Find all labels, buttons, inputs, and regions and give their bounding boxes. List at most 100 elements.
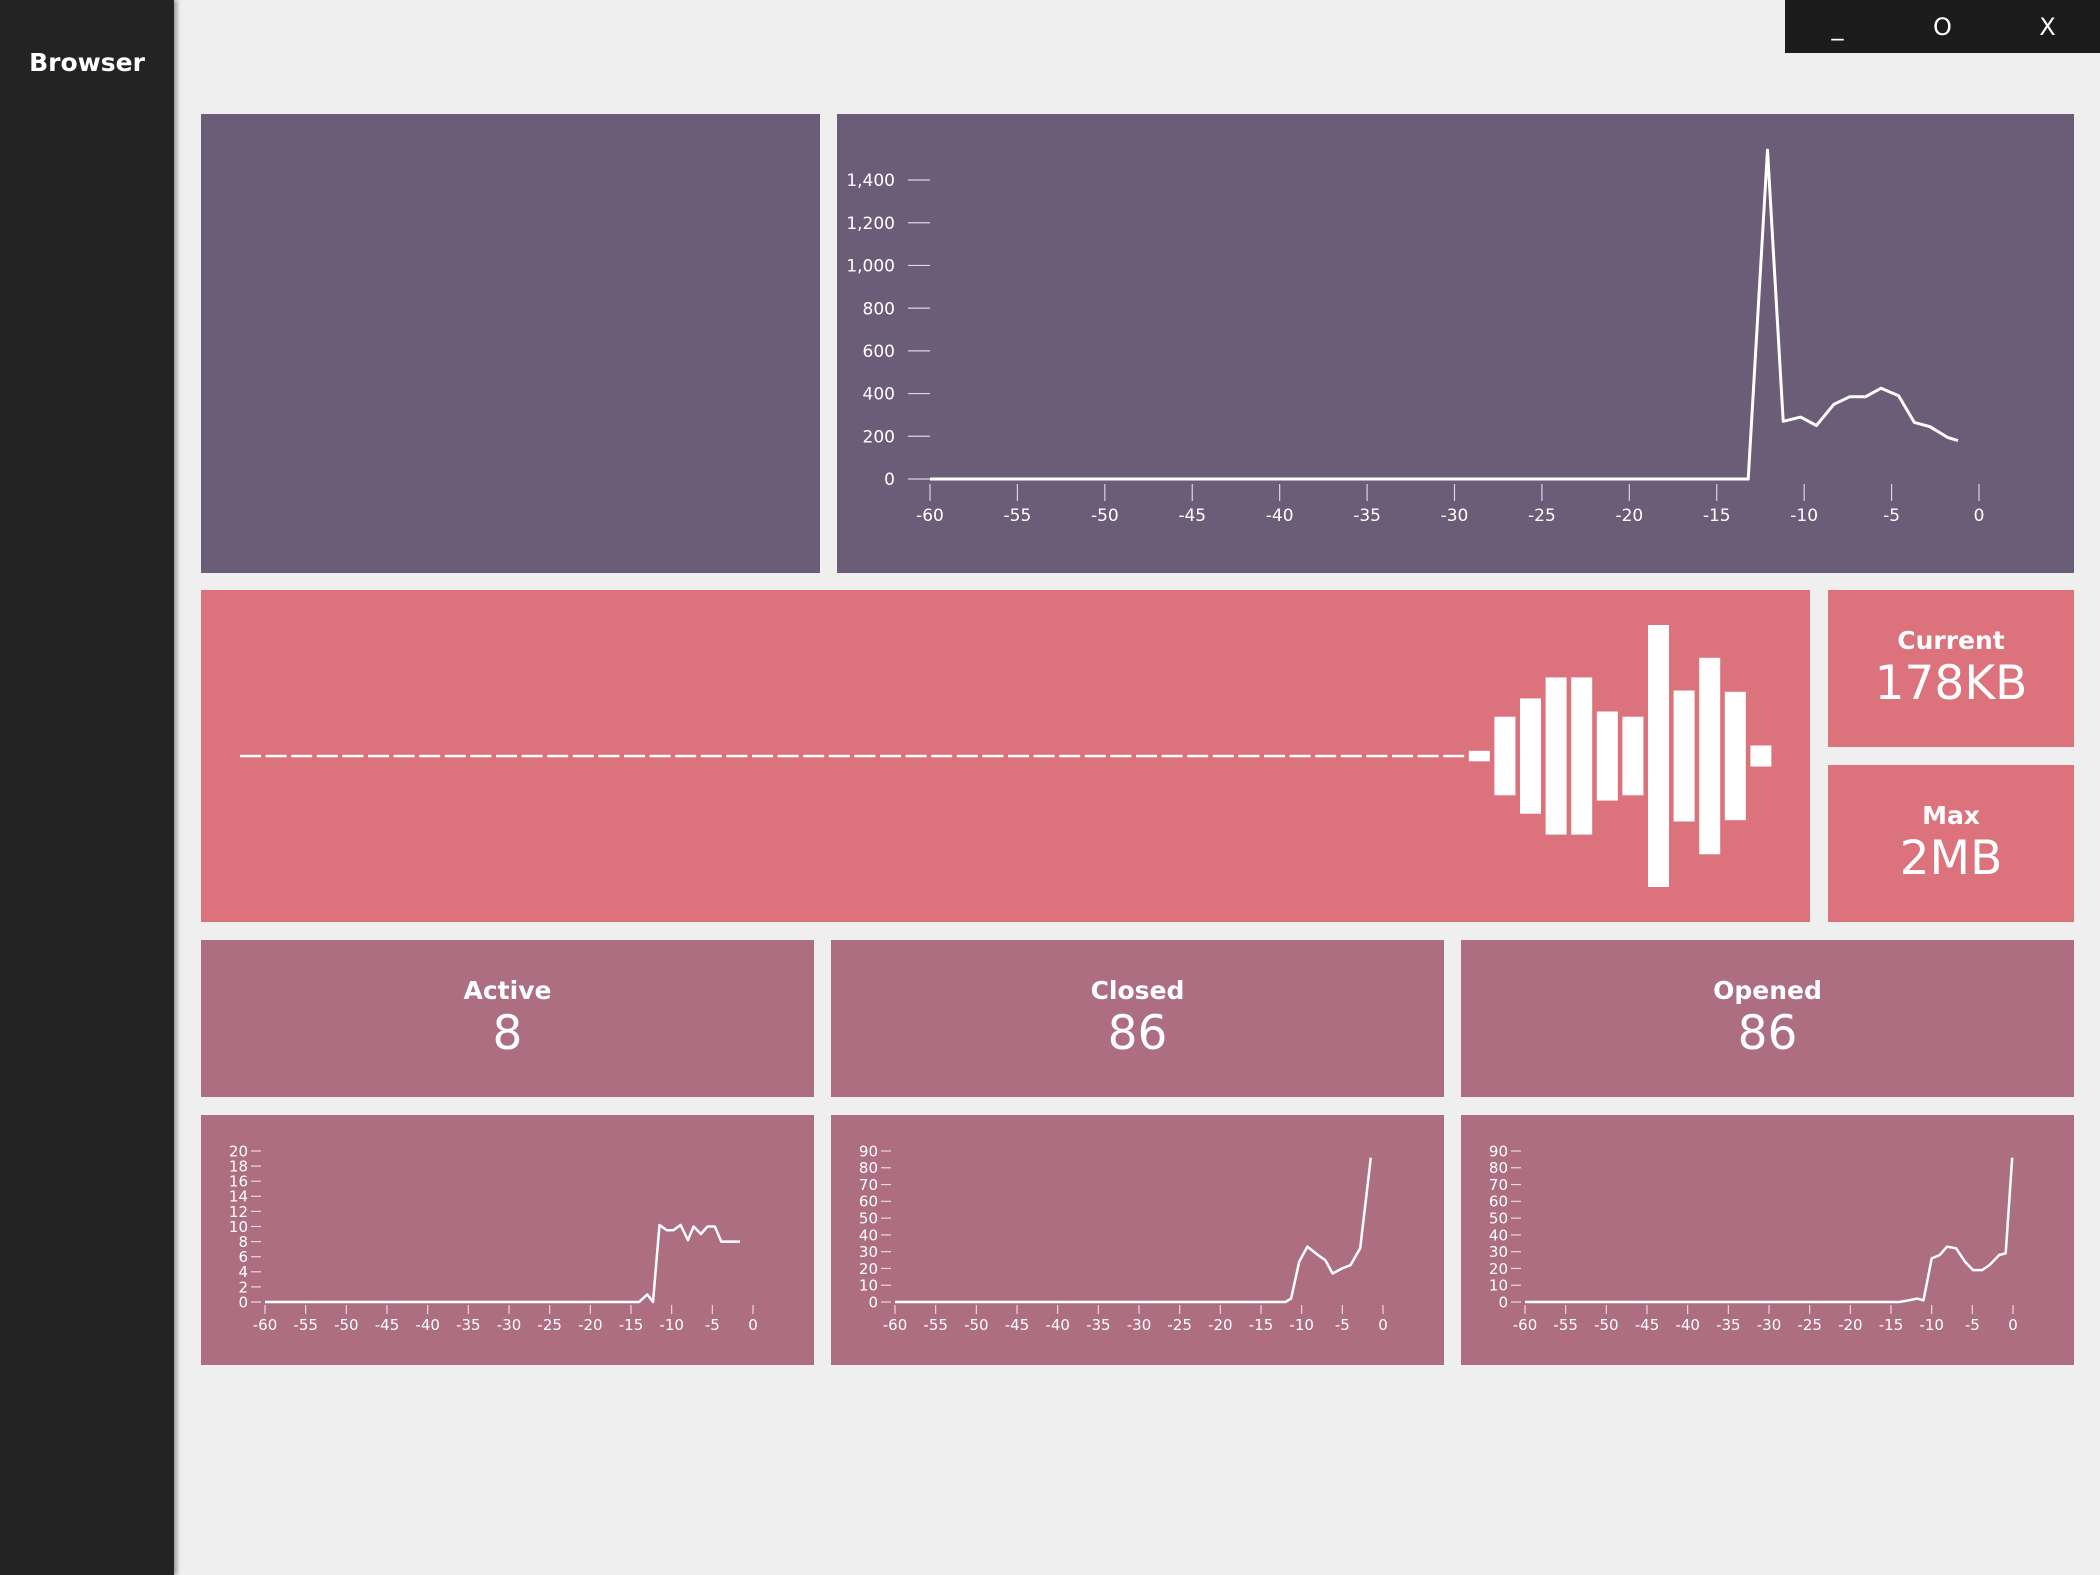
x-tick-label: -45 [1635,1316,1660,1334]
waveform-bar [777,754,799,758]
x-tick-label: -25 [1167,1316,1192,1334]
y-tick-label: 60 [859,1193,878,1211]
waveform-bar [905,754,927,758]
waveform-bar [649,754,671,758]
main-line-chart: 02004006008001,0001,2001,400-60 -55 -50 -45… [846,148,1984,526]
y-tick-label: 20 [859,1260,878,1278]
app-title: Browser [29,48,145,77]
y-tick-label: 30 [859,1243,878,1261]
y-tick-label: 50 [1489,1210,1508,1228]
closed-tabs-panel: Closed 86 [831,940,1444,1097]
y-tick-label: 50 [859,1210,878,1228]
waveform-bar [1417,754,1439,758]
x-tick-label: -5 [1883,506,1900,526]
waveform-bar [956,754,978,758]
waveform-bar [752,754,773,758]
x-tick-label: -45 [1005,1316,1030,1334]
y-tick-label: 80 [859,1159,878,1177]
waveform-bar [1648,625,1669,887]
waveform-bar [240,754,261,758]
y-tick-label: 80 [1489,1159,1508,1177]
waveform-bar [828,754,850,758]
closed-chart-panel: 0 10 20 30 40 50 60 70 80 90 -60 -55 -50 -45 -40 -35 -30… [831,1115,1444,1365]
maximize-button[interactable]: O [1890,0,1995,53]
x-tick-label: -30 [497,1316,522,1334]
waveform-bar [1187,754,1209,758]
x-tick-label: -55 [1004,506,1032,526]
waveform-bar [1392,754,1413,758]
x-tick-label: -45 [1178,506,1206,526]
empty-panel [201,114,820,573]
x-tick-label: -15 [1249,1316,1274,1334]
waveform-bar [496,754,517,758]
y-tick-label: 70 [1489,1176,1508,1194]
y-tick-label: 1,400 [846,171,895,191]
x-tick-label: -60 [253,1316,278,1334]
y-tick-label: 40 [859,1226,878,1244]
x-tick-label: -15 [1879,1316,1904,1334]
x-tick-label: -55 [293,1316,318,1334]
minimize-button[interactable]: _ [1785,0,1890,53]
y-tick-label: 20 [229,1142,248,1160]
x-tick-label: -15 [1703,506,1731,526]
waveform-bar [316,754,338,758]
x-tick-label: 0 [1378,1316,1388,1334]
x-tick-label: -25 [1528,506,1556,526]
sidebar: Browser [0,0,174,1575]
x-tick-label: -10 [659,1316,684,1334]
waveform-bar [624,754,645,758]
closed-tabs-value: 86 [1107,1006,1168,1061]
closed-tabs-label: Closed [1090,976,1185,1005]
y-tick-label: 1,000 [846,257,895,277]
close-button[interactable]: X [1995,0,2100,53]
waveform-bar [1750,745,1772,767]
waveform-bar [1033,754,1055,758]
x-tick-label: -50 [964,1316,989,1334]
x-tick-label: -40 [415,1316,440,1334]
y-tick-label: 0 [868,1293,878,1311]
x-tick-label: -35 [1086,1316,1111,1334]
waveform-bar [931,754,953,758]
waveform-bar [1289,754,1311,758]
opened-tabs-label: Opened [1713,976,1822,1005]
y-tick-label: 10 [859,1277,878,1295]
x-tick-label: -20 [1615,506,1643,526]
y-tick-label: 70 [859,1176,878,1194]
active-chart-panel: 0 2 4 6 8 10 12 14 16 18 20 -60 -55 -50 -45 -40 -35 -30 -2… [201,1115,814,1365]
y-tick-label: 1,200 [846,214,895,234]
waveform-bar [1596,711,1618,801]
x-tick-label: -50 [1091,506,1119,526]
x-tick-label: -60 [883,1316,908,1334]
x-tick-label: -35 [456,1316,481,1334]
y-tick-label: 0 [1498,1293,1508,1311]
waveform-bar [444,754,466,758]
x-tick-label: -60 [1513,1316,1538,1334]
x-tick-label: -5 [1965,1316,1980,1334]
x-tick-label: -40 [1045,1316,1070,1334]
waveform-bar [1110,754,1132,758]
x-tick-label: -10 [1289,1316,1314,1334]
waveform-bar [393,754,415,758]
waveform-bar [1008,754,1029,758]
waveform-bar [572,754,594,758]
waveform-bar [1622,716,1644,796]
y-tick-label: 90 [859,1142,878,1160]
y-tick-label: 20 [1489,1260,1508,1278]
y-tick-label: 400 [863,385,895,405]
waveform-bar [470,754,492,758]
max-memory-value: 2MB [1899,831,2003,886]
x-tick-label: -20 [1208,1316,1233,1334]
x-tick-label: -30 [1127,1316,1152,1334]
waveform-bar [1724,691,1746,821]
waveform-bar [1161,754,1183,758]
waveform-bar [1468,750,1490,762]
y-tick-label: 0 [884,470,895,490]
waveform-bar [1315,754,1337,758]
y-tick-label: 10 [1489,1277,1508,1295]
x-tick-label: -30 [1441,506,1469,526]
series-line [895,1157,1373,1304]
waveform-bar [1443,754,1465,758]
waveform-bar [1264,754,1285,758]
active-tabs-panel: Active 8 [201,940,814,1097]
memory-waveform-chart [240,625,1772,887]
